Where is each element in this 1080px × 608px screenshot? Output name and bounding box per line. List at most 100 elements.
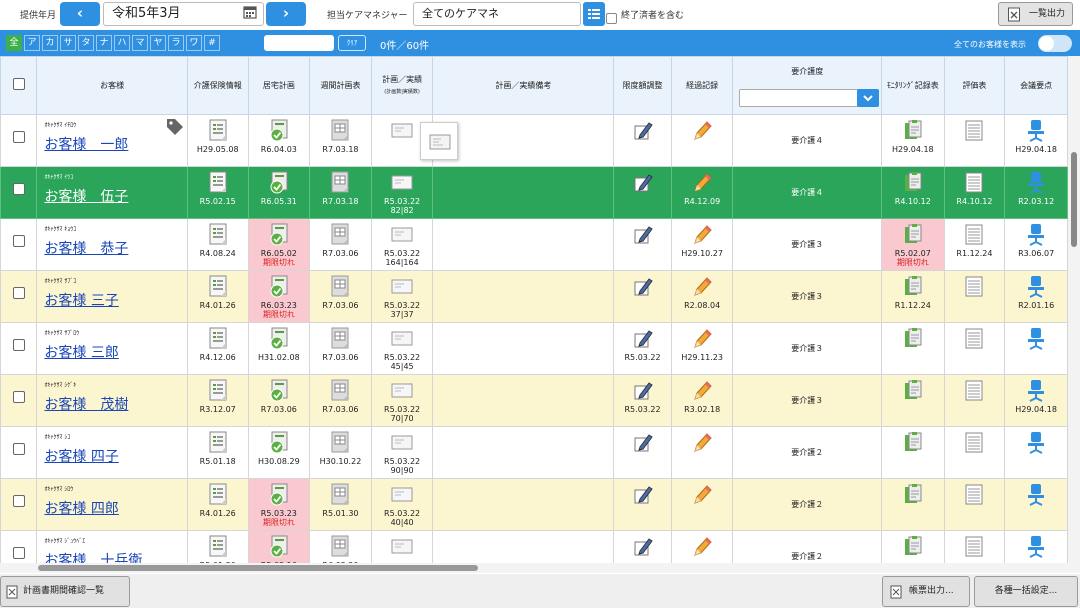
- customer-cell[interactable]: ｵｷｬｸｻﾏ ｼｹﾞｷ お客様 茂樹: [36, 374, 188, 427]
- header-evaluation[interactable]: 評価表: [943, 56, 1006, 115]
- evaluation-cell[interactable]: [943, 322, 1006, 375]
- care-manager-list-button[interactable]: [583, 2, 605, 26]
- calendar-grid-icon[interactable]: [329, 327, 351, 351]
- weekly-plan-cell[interactable]: R5.01.30: [309, 478, 372, 531]
- chair-icon[interactable]: [1025, 171, 1047, 195]
- customer-cell[interactable]: ｵｷｬｸｻﾏ ｻﾌﾞｺ お客様 三子: [36, 270, 188, 323]
- plan-approved-icon[interactable]: [268, 119, 290, 143]
- monitoring-cell[interactable]: [881, 322, 945, 375]
- kana-tab[interactable]: 全: [6, 35, 22, 51]
- monitoring-clipboard-icon[interactable]: [902, 223, 924, 247]
- kana-tab[interactable]: ラ: [168, 35, 184, 51]
- remarks-cell[interactable]: [432, 322, 615, 375]
- calendar-grid-icon[interactable]: [329, 223, 351, 247]
- plan-check-button[interactable]: 計画書期間確認一覧: [0, 576, 130, 607]
- weekly-plan-cell[interactable]: H30.10.22: [309, 426, 372, 479]
- plan-approved-icon[interactable]: [268, 379, 290, 403]
- evaluation-cell[interactable]: [943, 270, 1006, 323]
- pen-edit-icon[interactable]: [632, 327, 654, 351]
- meeting-cell[interactable]: [1004, 478, 1068, 531]
- header-monitoring[interactable]: ﾓﾆﾀﾘﾝｸﾞ記録表: [881, 56, 945, 115]
- care-manager-field[interactable]: 全てのケアマネ: [413, 2, 581, 26]
- pencil-icon[interactable]: [691, 379, 713, 403]
- chair-icon[interactable]: [1025, 431, 1047, 455]
- pen-edit-icon[interactable]: [632, 379, 654, 403]
- home-plan-cell[interactable]: R5.02.16: [247, 530, 311, 563]
- envelope-icon[interactable]: [391, 379, 413, 403]
- progress-cell[interactable]: H29.10.27: [670, 218, 734, 271]
- progress-cell[interactable]: R2.08.04: [670, 270, 734, 323]
- calendar-icon[interactable]: [243, 5, 257, 19]
- evaluation-cell[interactable]: [943, 374, 1006, 427]
- row-select-cell[interactable]: [0, 218, 38, 271]
- row-checkbox[interactable]: [12, 391, 25, 403]
- monitoring-cell[interactable]: R4.10.12: [881, 166, 945, 219]
- customer-name-link[interactable]: お客様 恭子: [44, 238, 128, 258]
- monitoring-cell[interactable]: [881, 478, 945, 531]
- monitoring-clipboard-icon[interactable]: [902, 483, 924, 507]
- evaluation-sheet-icon[interactable]: [963, 431, 985, 455]
- envelope-icon[interactable]: [391, 483, 413, 507]
- pencil-icon[interactable]: [691, 119, 713, 143]
- pencil-icon[interactable]: [691, 327, 713, 351]
- kana-tab[interactable]: ハ: [114, 35, 130, 51]
- weekly-plan-cell[interactable]: R7.03.06: [309, 322, 372, 375]
- customer-name-link[interactable]: お客様 三子: [44, 290, 118, 310]
- monitoring-clipboard-icon[interactable]: [902, 119, 924, 143]
- header-plan-actual[interactable]: 計画／実績 (計画数|実績数): [370, 56, 434, 115]
- customer-cell[interactable]: ｵｷｬｸｻﾏ ｻﾌﾞﾛｳ お客様 三郎: [36, 322, 188, 375]
- care-level-select[interactable]: [739, 89, 880, 107]
- limit-cell[interactable]: R5.03.22: [613, 322, 672, 375]
- remarks-cell[interactable]: [432, 478, 615, 531]
- toggle-knob[interactable]: [1039, 36, 1054, 51]
- chair-icon[interactable]: [1025, 275, 1047, 299]
- evaluation-sheet-icon[interactable]: [963, 483, 985, 507]
- plan-approved-icon[interactable]: [268, 483, 290, 507]
- plan-actual-cell[interactable]: R5.03.22 90|90: [370, 426, 434, 479]
- form-icon[interactable]: [207, 119, 229, 143]
- kana-tab[interactable]: #: [204, 35, 220, 51]
- chair-icon[interactable]: [1025, 119, 1047, 143]
- tag-icon[interactable]: [165, 117, 185, 137]
- limit-cell[interactable]: [613, 270, 672, 323]
- plan-actual-cell[interactable]: [370, 530, 434, 563]
- evaluation-cell[interactable]: R4.10.12: [943, 166, 1006, 219]
- name-search-input[interactable]: [264, 35, 334, 51]
- customer-cell[interactable]: ｵｷｬｸｻﾏ ｼﾛｳ お客様 四郎: [36, 478, 188, 531]
- envelope-icon[interactable]: [391, 119, 413, 143]
- meeting-cell[interactable]: H29.04.18: [1004, 374, 1068, 427]
- pen-edit-icon[interactable]: [632, 223, 654, 247]
- limit-cell[interactable]: [613, 114, 672, 167]
- row-select-cell[interactable]: [0, 426, 38, 479]
- evaluation-cell[interactable]: R1.12.24: [943, 218, 1006, 271]
- evaluation-cell[interactable]: [943, 530, 1006, 563]
- customer-cell[interactable]: ｵｷｬｸｻﾏ ｼﾞｭｳﾍﾞｴ お客様 十兵衛: [36, 530, 188, 563]
- form-output-button[interactable]: 帳票出力...: [882, 576, 970, 607]
- evaluation-cell[interactable]: [943, 426, 1006, 479]
- row-checkbox[interactable]: [12, 443, 25, 455]
- chevron-down-icon[interactable]: [857, 89, 880, 107]
- evaluation-sheet-icon[interactable]: [963, 275, 985, 299]
- insurance-cell[interactable]: R4.01.26: [186, 478, 249, 531]
- progress-cell[interactable]: R3.02.18: [670, 374, 734, 427]
- customer-cell[interactable]: ｵｷｬｸｻﾏ ｼｺ お客様 四子: [36, 426, 188, 479]
- monitoring-clipboard-icon[interactable]: [902, 327, 924, 351]
- plan-approved-icon[interactable]: [268, 223, 290, 247]
- row-checkbox[interactable]: [12, 339, 25, 351]
- chair-icon[interactable]: [1025, 483, 1047, 507]
- meeting-cell[interactable]: R2.01.16: [1004, 270, 1068, 323]
- table-row[interactable]: ｵｷｬｸｻﾏ ｼｹﾞｷ お客様 茂樹 R3.12.07 R7.03.06 R7.03.0…: [0, 374, 1068, 427]
- customer-name-link[interactable]: お客様 一郎: [44, 134, 128, 154]
- row-select-cell[interactable]: [0, 478, 38, 531]
- home-plan-cell[interactable]: R7.03.06: [247, 374, 311, 427]
- header-weekly-plan[interactable]: 週間計画表: [309, 56, 372, 115]
- header-customer[interactable]: お客様: [36, 56, 188, 115]
- calendar-grid-icon[interactable]: [329, 379, 351, 403]
- insurance-cell[interactable]: H29.05.08: [186, 114, 249, 167]
- limit-cell[interactable]: R5.03.22: [613, 374, 672, 427]
- header-remarks[interactable]: 計画／実績備考: [432, 56, 615, 115]
- customer-name-link[interactable]: お客様 三郎: [44, 342, 118, 362]
- header-select-all[interactable]: [0, 56, 38, 115]
- pencil-icon[interactable]: [691, 223, 713, 247]
- table-row[interactable]: ｵｷｬｸｻﾏ ｻﾌﾞﾛｳ お客様 三郎 R4.12.06 H31.02.08 R7.03…: [0, 322, 1068, 375]
